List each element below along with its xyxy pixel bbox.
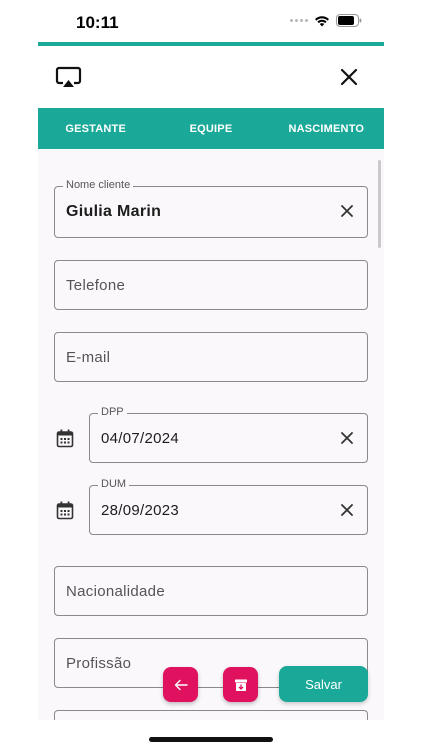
field-placeholder: Profissão <box>66 655 132 672</box>
calendar-icon[interactable] <box>56 501 74 520</box>
field-label: DPP <box>98 406 127 418</box>
toolbar <box>38 46 384 108</box>
scrollbar[interactable] <box>378 160 381 248</box>
wifi-icon <box>315 15 329 26</box>
screen: 10:11 GESTANTE EQUIPE NASCIMENTO Nome cl… <box>0 0 422 750</box>
nacionalidade-field[interactable]: Nacionalidade <box>54 566 368 616</box>
field-label: DUM <box>98 478 130 490</box>
tab-label: NASCIMENTO <box>288 122 365 135</box>
tab-nascimento[interactable]: NASCIMENTO <box>269 108 384 149</box>
tab-bar: GESTANTE EQUIPE NASCIMENTO <box>38 108 384 152</box>
archive-icon <box>234 679 247 691</box>
airplay-icon <box>55 66 82 87</box>
clear-icon[interactable] <box>340 204 354 218</box>
next-field[interactable] <box>54 710 368 720</box>
field-placeholder: Telefone <box>66 277 126 294</box>
field-value: 04/07/2024 <box>101 430 180 447</box>
back-button[interactable] <box>163 667 198 702</box>
close-button[interactable] <box>338 66 360 88</box>
field-placeholder: Nacionalidade <box>66 583 165 600</box>
airplay-button[interactable] <box>55 66 83 90</box>
save-button[interactable]: Salvar <box>279 666 368 702</box>
telefone-field[interactable]: Telefone <box>54 260 368 310</box>
nome-cliente-field[interactable]: Nome cliente Giulia Marin <box>54 179 368 238</box>
calendar-icon[interactable] <box>56 429 74 448</box>
tab-equipe[interactable]: EQUIPE <box>153 108 268 149</box>
clear-icon[interactable] <box>340 503 354 517</box>
dum-field[interactable]: DUM 28/09/2023 <box>89 478 368 535</box>
battery-icon <box>336 14 362 27</box>
field-placeholder: E-mail <box>66 349 111 366</box>
dpp-field[interactable]: DPP 04/07/2024 <box>89 406 368 463</box>
field-label: Nome cliente <box>63 179 134 191</box>
email-field[interactable]: E-mail <box>54 332 368 382</box>
status-time: 10:11 <box>76 13 119 32</box>
tab-label: EQUIPE <box>189 122 233 135</box>
archive-button[interactable] <box>223 667 258 702</box>
signal-icon <box>290 19 308 22</box>
home-indicator <box>149 737 273 742</box>
tab-gestante[interactable]: GESTANTE <box>38 108 153 152</box>
clear-icon[interactable] <box>340 431 354 445</box>
status-icons <box>290 14 362 27</box>
arrow-left-icon <box>174 679 188 690</box>
tab-label: GESTANTE <box>65 122 126 135</box>
field-value: 28/09/2023 <box>101 502 180 519</box>
field-value: Giulia Marin <box>66 203 162 220</box>
close-icon <box>340 68 358 86</box>
